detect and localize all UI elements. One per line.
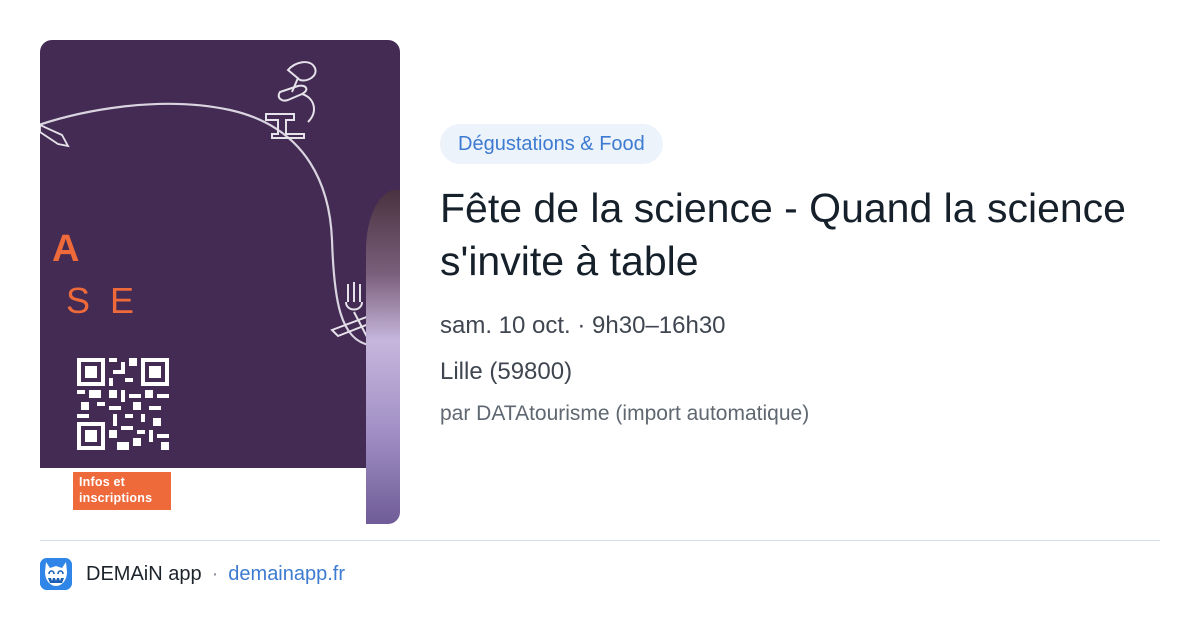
app-domain-link[interactable]: demainapp.fr: [228, 563, 345, 586]
poster-letters-se: SE: [66, 280, 155, 321]
poster-curve: [40, 102, 397, 391]
info-inscriptions-label: Infos et inscriptions: [73, 472, 171, 510]
event-title[interactable]: Fête de la science - Quand la science s'…: [440, 182, 1140, 288]
event-location: Lille (59800): [440, 358, 573, 385]
demain-app-icon: [40, 558, 72, 590]
info-label-line2: inscriptions: [79, 491, 153, 505]
footer-divider: [40, 540, 1160, 541]
event-poster-image: A SE Infos et inscriptions: [40, 40, 400, 524]
event-preview-card[interactable]: A SE Infos et inscriptions Dégustations …: [0, 0, 1200, 630]
qr-code: [77, 358, 169, 450]
event-datetime: sam. 10 oct. · 9h30–16h30: [440, 312, 726, 339]
app-logo-glyph: [40, 558, 72, 590]
knife-icon: [40, 124, 70, 148]
footer-separator: ·: [211, 562, 219, 585]
info-label-line1: Infos et: [79, 475, 126, 489]
poster-letter-a: A: [52, 228, 80, 270]
app-name: DEMAiN app: [86, 562, 202, 585]
event-source: par DATAtourisme (import automatique): [440, 402, 810, 425]
poster-photo-edge: [366, 190, 400, 524]
category-badge[interactable]: Dégustations & Food: [440, 124, 663, 164]
footer: DEMAiN app · demainapp.fr: [40, 558, 345, 590]
